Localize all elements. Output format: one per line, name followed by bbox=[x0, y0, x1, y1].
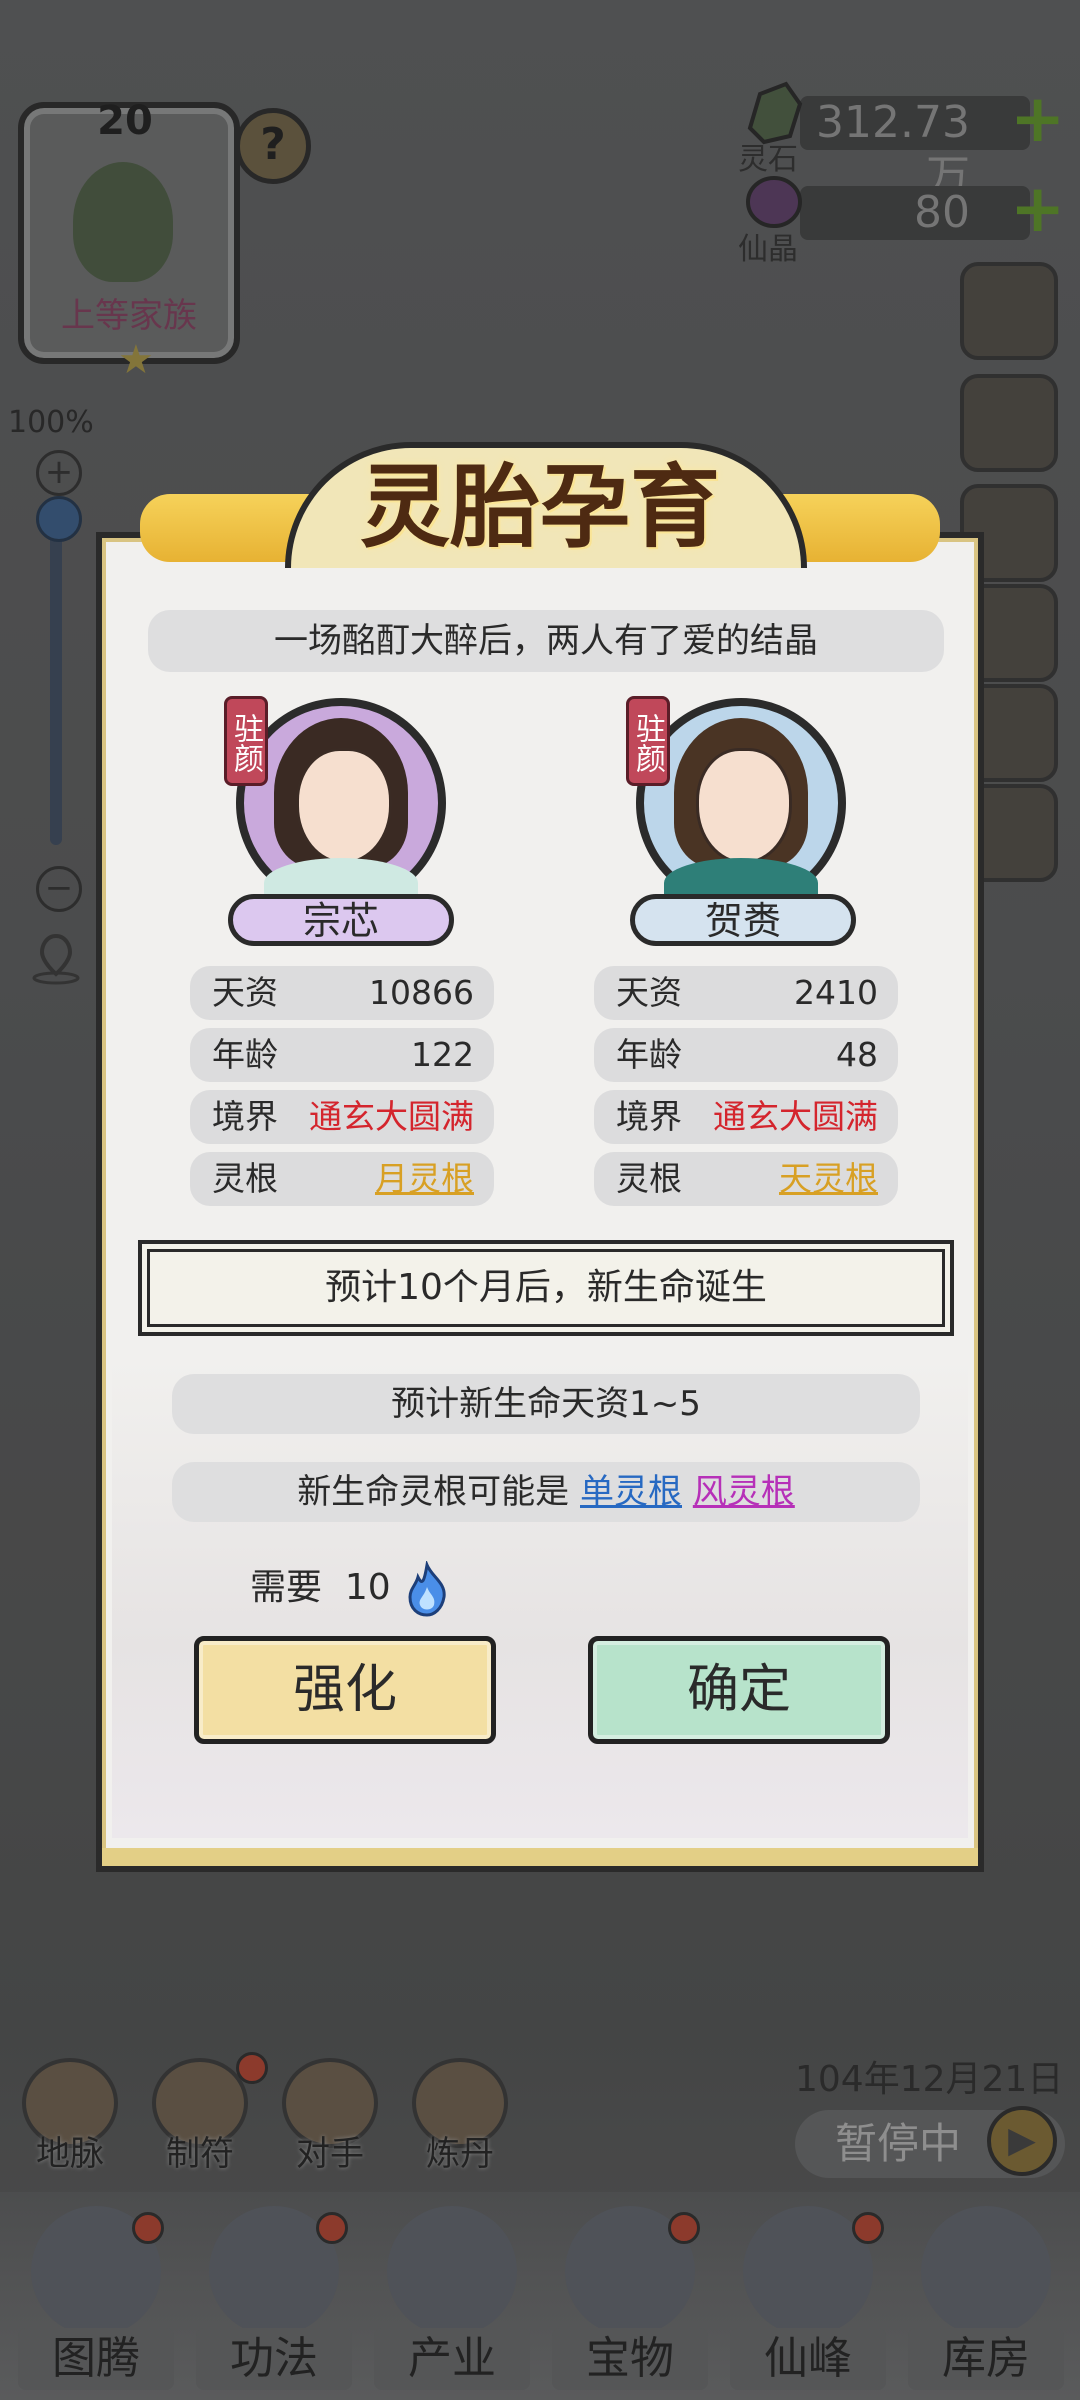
conception-dialog: 一场酩酊大醉后，两人有了爱的结晶 驻颜 宗芯 天资 10866 年龄 122 境… bbox=[96, 532, 984, 1872]
confirm-button[interactable]: 确定 bbox=[588, 1636, 890, 1744]
dialog-title-banner: 灵胎孕育 bbox=[50, 442, 1030, 572]
tool-label: 炼丹 bbox=[426, 2134, 494, 2174]
left-stat-age: 年龄 122 bbox=[190, 1028, 494, 1082]
character-face bbox=[696, 748, 792, 864]
left-character-name: 宗芯 bbox=[228, 894, 454, 946]
notification-dot bbox=[668, 2212, 700, 2244]
nav-label: 宝物 bbox=[552, 2328, 708, 2390]
nav-treasure[interactable]: 宝物 bbox=[544, 2192, 716, 2400]
expected-aptitude: 预计新生命天资1~5 bbox=[172, 1374, 920, 1434]
stat-value: 通玄大圆满 bbox=[309, 1097, 474, 1136]
nav-peak[interactable]: 仙峰 bbox=[722, 2192, 894, 2400]
strengthen-button[interactable]: 强化 bbox=[194, 1636, 496, 1744]
nav-label: 图腾 bbox=[18, 2328, 174, 2390]
stat-key: 天资 bbox=[616, 973, 682, 1012]
cost-line: 需要 10 bbox=[250, 1558, 452, 1617]
nav-label: 产业 bbox=[374, 2328, 530, 2390]
tool-earth-vein[interactable]: 地脉 bbox=[14, 2058, 126, 2178]
dialog-bottom-trim bbox=[102, 1848, 978, 1866]
nav-storehouse[interactable]: 库房 bbox=[900, 2192, 1072, 2400]
right-stat-age: 年龄 48 bbox=[594, 1028, 898, 1082]
nav-label: 功法 bbox=[196, 2328, 352, 2390]
nav-industry[interactable]: 产业 bbox=[366, 2192, 538, 2400]
dialog-title: 灵胎孕育 bbox=[360, 454, 720, 560]
right-character-name: 贺赉 bbox=[630, 894, 856, 946]
due-date-box: 预计10个月后，新生命诞生 bbox=[138, 1240, 954, 1336]
tool-label: 制符 bbox=[166, 2134, 234, 2174]
character-face bbox=[296, 748, 392, 864]
tool-talisman[interactable]: 制符 bbox=[144, 2052, 268, 2178]
stat-key: 灵根 bbox=[616, 1159, 682, 1198]
stat-key: 境界 bbox=[616, 1097, 682, 1136]
nav-skills[interactable]: 功法 bbox=[188, 2192, 360, 2400]
mountain-house-icon bbox=[387, 2206, 517, 2336]
notification-dot bbox=[132, 2212, 164, 2244]
money-bag-icon bbox=[921, 2206, 1051, 2336]
notification-dot bbox=[852, 2212, 884, 2244]
stat-key: 年龄 bbox=[616, 1035, 682, 1074]
possible-roots: 新生命灵根可能是 单灵根 风灵根 bbox=[172, 1462, 920, 1522]
left-zhuyan-tag: 驻颜 bbox=[224, 696, 268, 786]
blue-flame-icon bbox=[408, 1561, 446, 1617]
right-zhuyan-tag: 驻颜 bbox=[626, 696, 670, 786]
play-icon[interactable]: ▶ bbox=[987, 2106, 1057, 2176]
right-stat-aptitude: 天资 2410 bbox=[594, 966, 898, 1020]
root-option-wind[interactable]: 风灵根 bbox=[693, 1472, 795, 1512]
stat-value: 122 bbox=[411, 1035, 474, 1074]
cost-label: 需要 bbox=[250, 1567, 323, 1608]
tool-alchemy[interactable]: 炼丹 bbox=[404, 2058, 516, 2178]
nav-label: 库房 bbox=[908, 2328, 1064, 2390]
left-stat-realm: 境界 通玄大圆满 bbox=[190, 1090, 494, 1144]
stat-value: 48 bbox=[836, 1035, 878, 1074]
pause-label: 暂停中 bbox=[835, 2119, 962, 2168]
notification-dot bbox=[236, 2052, 268, 2084]
stat-value: 通玄大圆满 bbox=[713, 1097, 878, 1136]
right-spirit-root-link[interactable]: 天灵根 bbox=[779, 1152, 878, 1206]
stat-value: 10866 bbox=[369, 973, 474, 1012]
right-stat-realm: 境界 通玄大圆满 bbox=[594, 1090, 898, 1144]
nav-label: 仙峰 bbox=[730, 2328, 886, 2390]
possible-roots-prefix: 新生命灵根可能是 bbox=[297, 1472, 580, 1512]
tool-opponent[interactable]: 对手 bbox=[274, 2058, 386, 2178]
right-stat-root: 灵根 天灵根 bbox=[594, 1152, 898, 1206]
tool-label: 地脉 bbox=[36, 2134, 104, 2174]
left-stat-aptitude: 天资 10866 bbox=[190, 966, 494, 1020]
stat-value: 2410 bbox=[794, 973, 878, 1012]
stat-key: 天资 bbox=[212, 973, 278, 1012]
stat-key: 年龄 bbox=[212, 1035, 278, 1074]
left-stat-root: 灵根 月灵根 bbox=[190, 1152, 494, 1206]
stat-key: 灵根 bbox=[212, 1159, 278, 1198]
pause-button[interactable]: 暂停中 ▶ bbox=[795, 2106, 1065, 2178]
left-spirit-root-link[interactable]: 月灵根 bbox=[375, 1152, 474, 1206]
stat-key: 境界 bbox=[212, 1097, 278, 1136]
cost-amount: 10 bbox=[344, 1567, 391, 1608]
notification-dot bbox=[316, 2212, 348, 2244]
nav-totem[interactable]: 图腾 bbox=[10, 2192, 182, 2400]
game-date: 104年12月21日 bbox=[795, 2059, 1064, 2100]
tool-label: 对手 bbox=[296, 2134, 364, 2174]
story-text: 一场酩酊大醉后，两人有了爱的结晶 bbox=[148, 610, 944, 672]
root-option-single[interactable]: 单灵根 bbox=[580, 1472, 682, 1512]
